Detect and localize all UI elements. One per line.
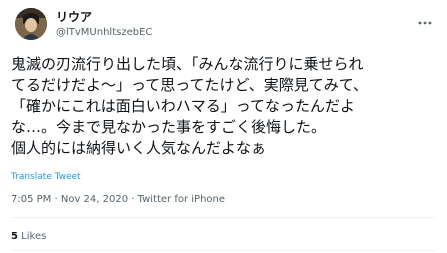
tweet: リウア @lTvMUnhltszebEC 鬼滅の刃流行り出した頃、「みんな流行り… (0, 0, 447, 253)
divider (11, 217, 436, 218)
likes-number: 5 (11, 231, 18, 242)
meta-separator: · (54, 194, 58, 205)
display-name[interactable]: リウア (56, 10, 92, 24)
translate-tweet-link[interactable]: Translate Tweet (11, 171, 81, 183)
user-handle[interactable]: @lTvMUnhltszebEC (56, 26, 152, 39)
tweet-metadata: 7:05 PM · Nov 24, 2020 · Twitter for iPh… (11, 193, 225, 206)
tweet-date[interactable]: Nov 24, 2020 (61, 194, 128, 205)
more-options-icon[interactable] (417, 12, 433, 25)
tweet-text-line: 鬼滅の刃流行り出した頃、「みんな流行りに乗せられ (11, 55, 364, 73)
avatar-image (15, 8, 47, 40)
tweet-source[interactable]: Twitter for iPhone (138, 194, 225, 205)
avatar[interactable] (15, 8, 47, 40)
divider (11, 250, 436, 251)
tweet-text-line: な…。今まで見なかった事をすごく後悔した。 (11, 118, 327, 136)
tweet-text-line: てるだけだよ〜」って思ってたけど、実際見てみて、 (11, 76, 369, 94)
tweet-text-line: 個人的には納得いく人気なんだよなぁ (11, 139, 267, 157)
likes-label: Likes (21, 231, 47, 242)
tweet-time[interactable]: 7:05 PM (11, 194, 51, 205)
tweet-text: 鬼滅の刃流行り出した頃、「みんな流行りに乗せられ てるだけだよ〜」って思ってたけ… (11, 54, 441, 159)
meta-separator: · (131, 194, 135, 205)
likes-count[interactable]: 5 Likes (11, 230, 46, 243)
tweet-text-line: 「確かにこれは面白いわハマる」ってなったんだよ (11, 97, 355, 115)
